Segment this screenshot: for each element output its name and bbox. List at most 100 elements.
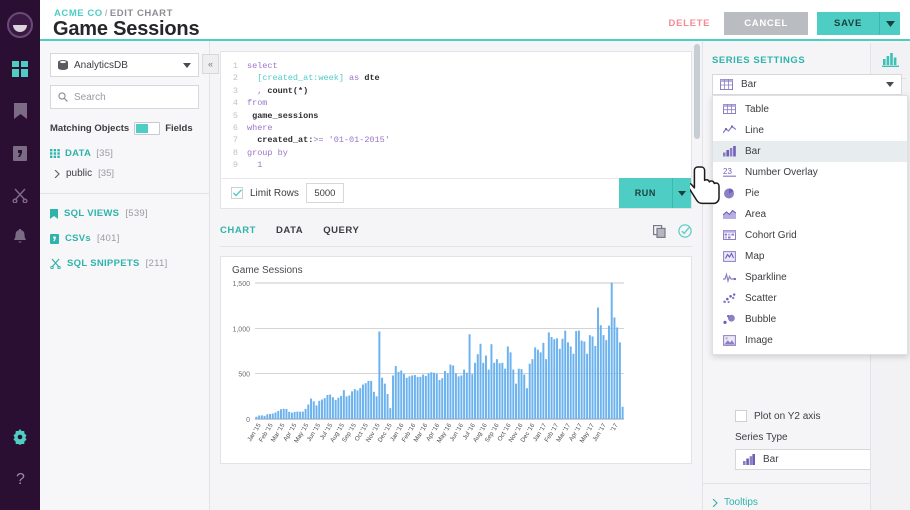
- chart-bar[interactable]: [589, 335, 591, 419]
- chart-bar[interactable]: [553, 339, 555, 419]
- chart-bar[interactable]: [452, 365, 454, 418]
- chart-bar[interactable]: [428, 373, 430, 419]
- limit-rows-checkbox[interactable]: [231, 187, 243, 199]
- database-select[interactable]: AnalyticsDB: [50, 53, 199, 77]
- collapse-explorer-button[interactable]: «: [202, 54, 219, 74]
- sidebar-item-sql-views[interactable]: SQL VIEWS [539]: [50, 208, 199, 219]
- sidebar-item-bookmarks[interactable]: [0, 90, 40, 132]
- chart-bar[interactable]: [436, 373, 438, 418]
- chart-bar[interactable]: [485, 355, 487, 418]
- chart-bar[interactable]: [526, 388, 528, 419]
- chart-bar[interactable]: [411, 375, 413, 419]
- chart-bar[interactable]: [572, 353, 574, 418]
- chart-bar[interactable]: [302, 411, 304, 418]
- chart-bar[interactable]: [548, 332, 550, 419]
- chart-bar[interactable]: [398, 372, 400, 419]
- run-options-button[interactable]: [672, 178, 691, 208]
- chart-bar[interactable]: [430, 372, 432, 419]
- dropdown-option-image[interactable]: Image: [713, 330, 907, 351]
- tree-item-public[interactable]: public [35]: [54, 168, 199, 179]
- chart-bar[interactable]: [542, 342, 544, 418]
- chart-bar[interactable]: [425, 376, 427, 419]
- chart-bar[interactable]: [540, 352, 542, 419]
- chart-bar[interactable]: [335, 400, 337, 419]
- chart-bar[interactable]: [422, 374, 424, 418]
- chart-bar[interactable]: [496, 359, 498, 419]
- chart-bar[interactable]: [537, 349, 539, 418]
- chart-bar[interactable]: [340, 396, 342, 419]
- chart-bar[interactable]: [441, 378, 443, 419]
- chart-bar[interactable]: [272, 413, 274, 418]
- chart-bar[interactable]: [389, 408, 391, 419]
- chart-bar[interactable]: [326, 395, 328, 419]
- chart-bar[interactable]: [400, 370, 402, 419]
- chart-bar[interactable]: [354, 389, 356, 419]
- chart-bar[interactable]: [316, 405, 318, 419]
- chart-bar[interactable]: [285, 409, 287, 419]
- chart-bar[interactable]: [581, 340, 583, 418]
- tab-query[interactable]: QUERY: [323, 225, 359, 242]
- chart-bar[interactable]: [515, 383, 517, 418]
- chart-bar[interactable]: [264, 415, 266, 418]
- sidebar-item-dashboard[interactable]: [0, 48, 40, 90]
- tab-chart[interactable]: CHART: [220, 225, 256, 242]
- dropdown-option-line[interactable]: Line: [713, 120, 907, 141]
- chart-bar[interactable]: [594, 346, 596, 419]
- sidebar-item-sql-snippets[interactable]: SQL SNIPPETS [211]: [50, 258, 199, 269]
- chart-bar[interactable]: [444, 371, 446, 419]
- chart-bar[interactable]: [365, 383, 367, 419]
- chart-bar[interactable]: [321, 399, 323, 418]
- chart-bar[interactable]: [288, 411, 290, 418]
- visualization-type-select[interactable]: Bar: [712, 74, 902, 95]
- chart-bar[interactable]: [482, 362, 484, 418]
- sidebar-item-csvs[interactable]: CSVs [401]: [50, 233, 199, 244]
- chart-bar[interactable]: [280, 409, 282, 419]
- chart-bar[interactable]: [575, 331, 577, 419]
- dropdown-option-table[interactable]: Table: [713, 99, 907, 120]
- chart-bar[interactable]: [469, 334, 471, 419]
- dropdown-option-scatter[interactable]: Scatter: [713, 288, 907, 309]
- chart-bar[interactable]: [351, 391, 353, 419]
- chart-bar[interactable]: [493, 362, 495, 418]
- sidebar-item-scissors[interactable]: [0, 174, 40, 216]
- chart-bar[interactable]: [255, 416, 257, 418]
- chart-bar[interactable]: [392, 375, 394, 419]
- chart-bar[interactable]: [373, 391, 375, 418]
- chart-bar[interactable]: [403, 373, 405, 418]
- dropdown-option-map[interactable]: Map: [713, 246, 907, 267]
- delete-button[interactable]: DELETE: [664, 14, 716, 33]
- chart-bar[interactable]: [564, 330, 566, 418]
- chart-bar[interactable]: [329, 394, 331, 418]
- right-rail-chart-tab[interactable]: [871, 43, 910, 75]
- chart-bar[interactable]: [510, 352, 512, 419]
- copy-icon[interactable]: [653, 225, 666, 238]
- search-box[interactable]: [50, 85, 199, 109]
- chart-bar[interactable]: [471, 374, 473, 419]
- chart-bar[interactable]: [622, 406, 624, 418]
- chart-bar[interactable]: [605, 340, 607, 419]
- chart-bar[interactable]: [381, 377, 383, 418]
- chart-bar[interactable]: [417, 376, 419, 418]
- dropdown-option-number-overlay[interactable]: 23Number Overlay: [713, 162, 907, 183]
- tooltips-section[interactable]: Tooltips: [712, 497, 758, 508]
- chart-bar[interactable]: [521, 369, 523, 419]
- dropdown-option-sparkline[interactable]: Sparkline: [713, 267, 907, 288]
- sidebar-item-settings[interactable]: [0, 416, 40, 458]
- chart-bar[interactable]: [296, 411, 298, 418]
- chart-bar[interactable]: [477, 354, 479, 419]
- chart-bar[interactable]: [419, 376, 421, 418]
- chart-bar[interactable]: [275, 412, 277, 419]
- chart-bar[interactable]: [551, 337, 553, 419]
- chart-bar[interactable]: [332, 397, 334, 419]
- sql-editor[interactable]: 1select2 [created_at:week] as dte3 , cou…: [221, 52, 691, 178]
- sidebar-item-alerts[interactable]: [0, 216, 40, 258]
- chart-bar[interactable]: [348, 395, 350, 419]
- chart-bar[interactable]: [616, 327, 618, 419]
- run-button[interactable]: RUN: [619, 178, 672, 208]
- chart-bar[interactable]: [570, 346, 572, 419]
- chart-bar[interactable]: [370, 381, 372, 419]
- chart-bar[interactable]: [592, 336, 594, 419]
- chart-bar[interactable]: [556, 338, 558, 419]
- chart-bar[interactable]: [600, 325, 602, 419]
- sidebar-item-help[interactable]: ?: [0, 458, 40, 500]
